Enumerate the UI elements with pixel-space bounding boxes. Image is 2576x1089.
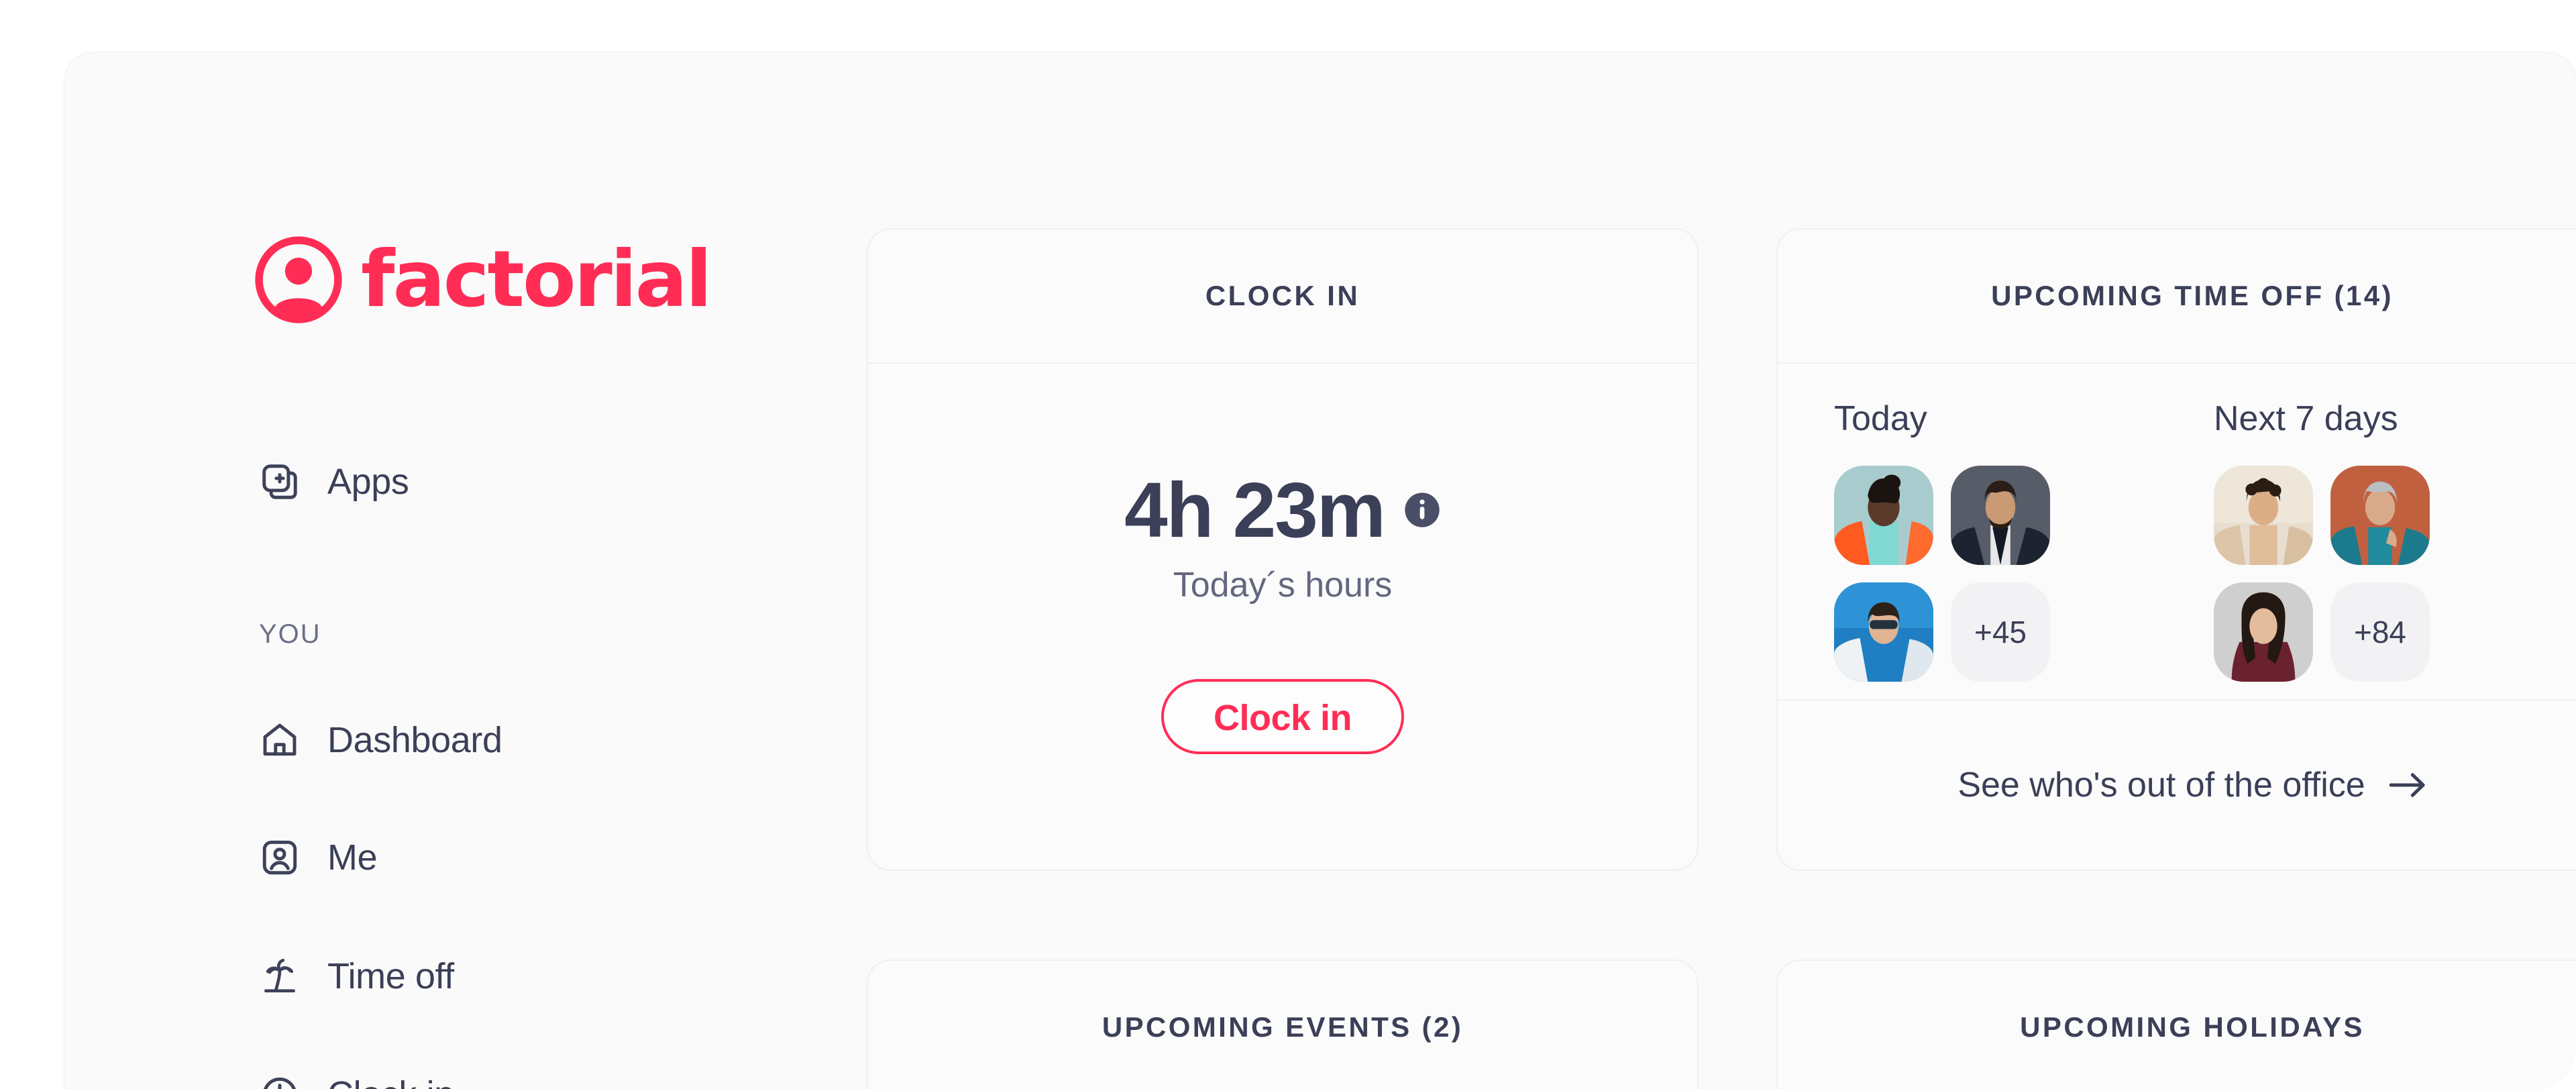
clock-in-card-header: CLOCK IN xyxy=(868,229,1697,364)
avatar-person-sunglasses-blue[interactable] xyxy=(1834,582,1933,682)
upcoming-holidays-card-header: UPCOMING HOLIDAYS xyxy=(1778,961,2576,1089)
time-off-group-next-7-days: Next 7 days +84 xyxy=(2214,399,2529,699)
sidebar-item-time-off[interactable]: Time off xyxy=(259,949,454,1003)
sidebar-item-time-off-label: Time off xyxy=(327,956,454,996)
sidebar-item-me[interactable]: Me xyxy=(259,831,378,884)
upcoming-events-card-title: UPCOMING EVENTS (2) xyxy=(1102,1011,1464,1043)
app-window: factorial Apps YOU Dashboard Me Time off… xyxy=(0,0,2576,1089)
sidebar-item-apps[interactable]: Apps xyxy=(259,455,409,509)
todays-hours-value: 4h 23m xyxy=(1124,466,1386,554)
avatar-woman-dark-hair[interactable] xyxy=(2214,582,2313,682)
time-off-next-7-days-more-count[interactable]: +84 xyxy=(2330,582,2430,682)
time-off-group-next-7-days-label: Next 7 days xyxy=(2214,399,2398,438)
upcoming-holidays-card-title: UPCOMING HOLIDAYS xyxy=(2020,1011,2365,1043)
clock-in-card-title: CLOCK IN xyxy=(1205,280,1360,311)
sidebar-item-dashboard[interactable]: Dashboard xyxy=(259,713,502,767)
sidebar-item-dashboard-label: Dashboard xyxy=(327,720,502,760)
see-whos-out-of-office-link[interactable]: See who's out of the office xyxy=(1778,699,2576,870)
todays-hours-row: 4h 23m xyxy=(868,471,1697,549)
sidebar-item-clock-in[interactable]: Clock in xyxy=(259,1068,454,1089)
avatar-woman-orange-blazer[interactable] xyxy=(1834,466,1933,565)
time-off-group-today-label: Today xyxy=(1834,399,1927,438)
apps-stack-plus-icon xyxy=(259,461,301,503)
avatar-man-curly-hair[interactable] xyxy=(2214,466,2313,565)
person-square-icon xyxy=(259,837,301,878)
info-circle-icon[interactable] xyxy=(1403,491,1441,529)
see-whos-out-of-office-label: See who's out of the office xyxy=(1957,766,2365,805)
factorial-avatar-logo-icon xyxy=(252,234,345,326)
home-icon xyxy=(259,719,301,761)
time-off-group-next-7-days-avatars: +84 xyxy=(2214,466,2502,682)
arrow-right-icon xyxy=(2388,770,2427,800)
palm-tree-icon xyxy=(259,955,301,997)
upcoming-time-off-card-header: UPCOMING TIME OFF (14) xyxy=(1778,229,2576,364)
avatar-man-dark-jacket[interactable] xyxy=(1951,466,2050,565)
time-off-group-today-avatars: +45 xyxy=(1834,466,2123,682)
clock-in-card-body: 4h 23m Today´s hours Clock in xyxy=(868,364,1697,868)
sidebar-section-you: YOU xyxy=(259,619,321,649)
avatar-woman-grey-hair-teal[interactable] xyxy=(2330,466,2430,565)
brand-logo[interactable]: factorial xyxy=(252,234,712,326)
time-off-group-today: Today +45 xyxy=(1834,399,2149,699)
time-off-groups: Today +45 Next 7 days +84 xyxy=(1778,364,2576,699)
upcoming-holidays-card: UPCOMING HOLIDAYS xyxy=(1776,960,2576,1089)
sidebar-item-clock-in-label: Clock in xyxy=(327,1074,454,1089)
clock-icon xyxy=(259,1074,301,1089)
todays-hours-caption: Today´s hours xyxy=(1173,566,1393,605)
clock-in-card: CLOCK IN 4h 23m Today´s hours Clock in xyxy=(867,228,1699,871)
brand-wordmark: factorial xyxy=(361,234,712,325)
upcoming-events-card-header: UPCOMING EVENTS (2) xyxy=(868,961,1697,1089)
sidebar-item-apps-label: Apps xyxy=(327,462,409,502)
upcoming-time-off-card-title: UPCOMING TIME OFF (14) xyxy=(1991,280,2394,311)
sidebar: factorial Apps YOU Dashboard Me Time off xyxy=(64,52,800,1089)
sidebar-item-me-label: Me xyxy=(327,837,378,878)
clock-in-button[interactable]: Clock in xyxy=(1161,679,1405,754)
app-shell: factorial Apps YOU Dashboard Me Time off… xyxy=(64,52,2576,1089)
upcoming-events-card: UPCOMING EVENTS (2) xyxy=(867,960,1699,1089)
upcoming-time-off-card: UPCOMING TIME OFF (14) Today +45 Next 7 … xyxy=(1776,228,2576,871)
time-off-today-more-count[interactable]: +45 xyxy=(1951,582,2050,682)
